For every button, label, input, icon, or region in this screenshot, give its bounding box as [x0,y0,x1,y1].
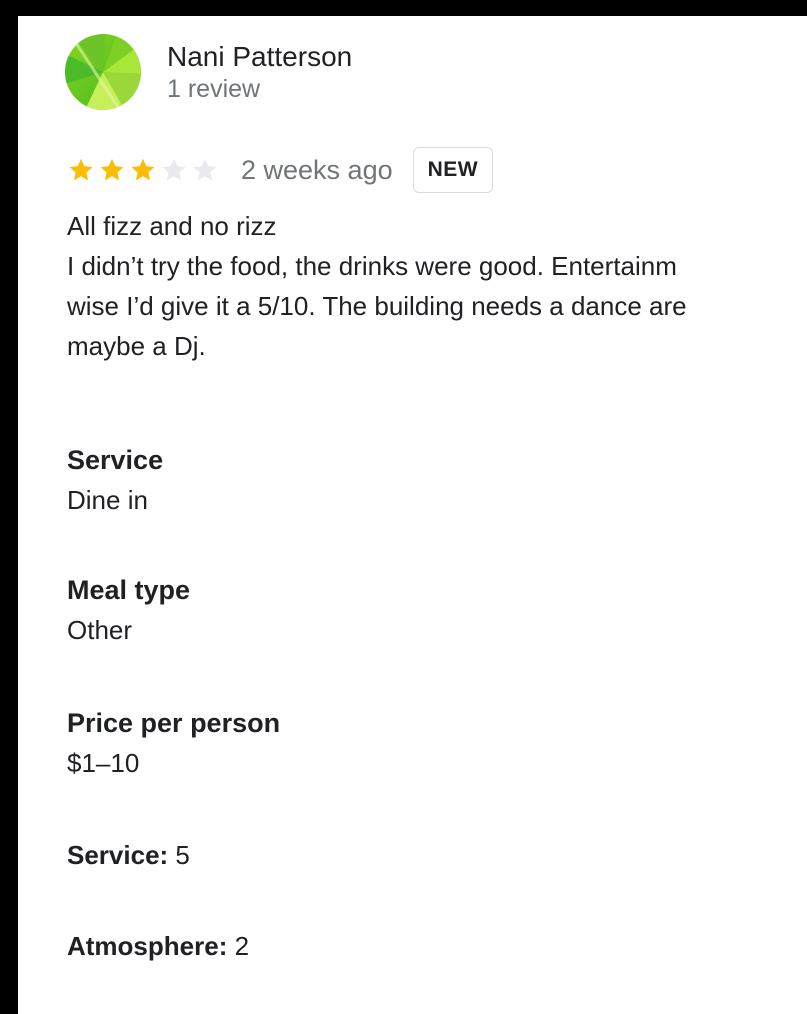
attribute-value: Other [67,615,133,645]
review-text-line: I didn’t try the food, the drinks were g… [67,251,677,281]
review-text: All fizz and no rizz I didn’t try the fo… [67,206,807,366]
attribute-meal-type: Meal type Other [67,570,767,650]
attribute-label: Service [67,445,164,475]
reviewer-header: Nani Patterson 1 review [65,34,352,110]
reviewer-review-count: 1 review [167,75,261,103]
star-filled-icon [131,158,155,181]
attribute-label: Price per person [67,708,281,738]
review-text-line: maybe a Dj. [67,331,206,361]
star-empty-icon [193,158,217,181]
avatar[interactable] [65,34,141,110]
attribute-value: $1–10 [67,748,140,778]
review-date: 2 weeks ago [241,154,393,185]
star-rating [67,156,222,184]
star-empty-icon [162,158,186,181]
review-card: Nani Patterson 1 review 2 weeks ago NEW … [18,16,807,1014]
star-filled-icon [69,158,93,181]
reviewer-name[interactable]: Nani Patterson [167,40,352,74]
attribute-price-per-person: Price per person $1–10 [67,703,767,783]
attribute-service: Service Dine in [67,440,767,520]
score-label: Atmosphere: [67,931,228,961]
score-service: Service: 5 [67,835,190,875]
reviewer-info: Nani Patterson 1 review [167,40,352,104]
rating-row: 2 weeks ago NEW [67,147,494,193]
score-value: 2 [234,931,250,961]
score-label: Service: [67,840,169,870]
new-badge: NEW [412,147,494,193]
score-atmosphere: Atmosphere: 2 [67,926,249,966]
review-text-line: wise I’d give it a 5/10. The building ne… [67,291,687,321]
review-text-line: All fizz and no rizz [67,211,277,241]
attribute-label: Meal type [67,575,191,605]
star-filled-icon [100,158,124,181]
attribute-value: Dine in [67,485,148,515]
score-value: 5 [175,840,190,870]
